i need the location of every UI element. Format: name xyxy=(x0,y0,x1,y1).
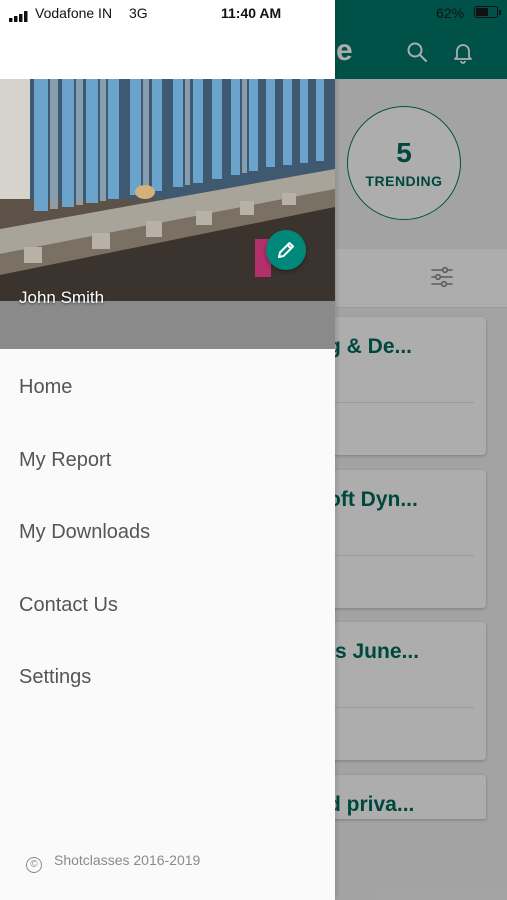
menu-item-label: Contact Us xyxy=(19,594,118,616)
menu-item-label: My Downloads xyxy=(19,521,151,543)
profile-name: John Smith xyxy=(19,288,105,307)
clock: 11:40 AM xyxy=(221,5,282,21)
network-type: 3G xyxy=(129,5,148,21)
carrier-name: Vodafone IN xyxy=(35,5,113,21)
edit-profile-button[interactable] xyxy=(266,230,306,270)
menu-item-contact-us[interactable]: Contact Us xyxy=(0,576,335,636)
battery-fill xyxy=(476,8,488,16)
battery-percent: 62% xyxy=(436,5,465,21)
menu-item-my-downloads[interactable]: My Downloads xyxy=(0,503,335,563)
copyright-icon: © xyxy=(26,857,42,873)
edit-icon xyxy=(278,242,294,258)
footer-text: Shotclasses 2016-2019 xyxy=(54,852,201,868)
profile-name-band xyxy=(0,301,335,349)
navigation-drawer: John Smith Home My Report My Downloads C… xyxy=(0,0,335,900)
menu-item-label: Home xyxy=(19,376,73,398)
menu-item-label: Settings xyxy=(19,666,92,688)
menu-item-home[interactable]: Home xyxy=(0,358,335,418)
status-bar: Vodafone IN 3G 11:40 AM 62% xyxy=(0,0,507,28)
battery-tip xyxy=(499,10,501,15)
battery-icon xyxy=(474,6,498,18)
menu-item-settings[interactable]: Settings xyxy=(0,648,335,708)
menu-item-my-report[interactable]: My Report xyxy=(0,431,335,491)
drawer-footer: © Shotclasses 2016-2019 xyxy=(26,852,200,873)
signal-icon xyxy=(9,9,31,22)
menu-item-label: My Report xyxy=(19,449,112,471)
